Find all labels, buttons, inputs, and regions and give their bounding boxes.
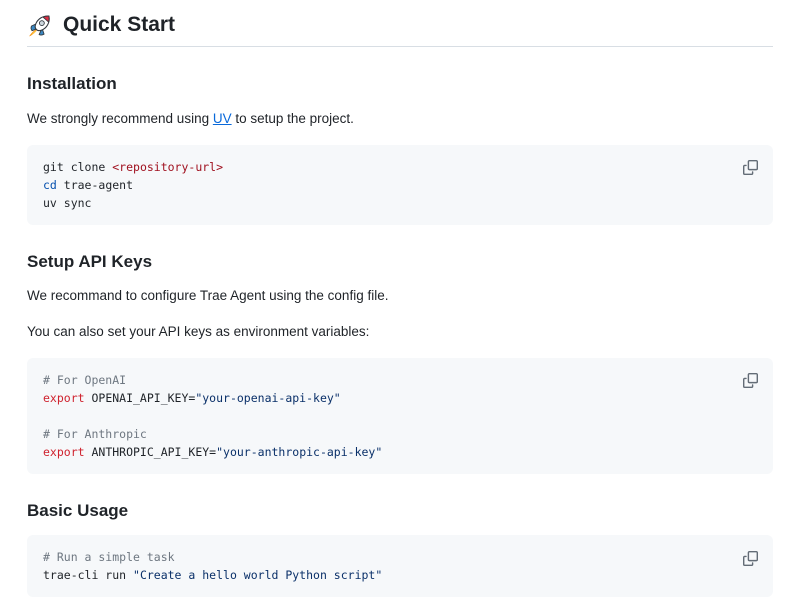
rocket-icon [27,12,53,38]
page-title: Quick Start [27,12,773,47]
code-block-install: git clone <repository-url>cd trae-agentu… [27,145,773,225]
setup-api-keys-para1: We recommand to configure Trae Agent usi… [27,286,773,306]
code-line: # For OpenAI [43,371,757,389]
code-line: uv sync [43,194,757,212]
code-content-basic-usage: # Run a simple tasktrae-cli run "Create … [43,548,757,584]
copy-button[interactable] [736,544,764,572]
copy-icon [743,373,758,388]
code-line: git clone <repository-url> [43,158,757,176]
copy-icon [743,551,758,566]
code-content-api-keys: # For OpenAIexport OPENAI_API_KEY="your-… [43,371,757,461]
code-block-basic-usage: # Run a simple tasktrae-cli run "Create … [27,535,773,597]
setup-api-keys-para2: You can also set your API keys as enviro… [27,322,773,342]
section-heading-setup-api-keys: Setup API Keys [27,251,773,272]
code-line: cd trae-agent [43,176,757,194]
code-line: export OPENAI_API_KEY="your-openai-api-k… [43,389,757,407]
copy-icon [743,160,758,175]
page-title-text: Quick Start [63,12,175,38]
copy-button[interactable] [736,367,764,395]
code-line: trae-cli run "Create a hello world Pytho… [43,566,757,584]
section-heading-basic-usage: Basic Usage [27,500,773,521]
code-line: # Run a simple task [43,548,757,566]
uv-link[interactable]: UV [213,111,232,126]
code-content-install: git clone <repository-url>cd trae-agentu… [43,158,757,212]
copy-button[interactable] [736,154,764,182]
installation-intro-before: We strongly recommend using [27,111,213,126]
markdown-body: Quick Start Installation We strongly rec… [0,0,799,597]
code-block-api-keys: # For OpenAIexport OPENAI_API_KEY="your-… [27,358,773,474]
installation-intro: We strongly recommend using UV to setup … [27,109,773,129]
code-line [43,407,757,425]
installation-intro-after: to setup the project. [232,111,354,126]
code-line: export ANTHROPIC_API_KEY="your-anthropic… [43,443,757,461]
section-heading-installation: Installation [27,73,773,94]
code-line: # For Anthropic [43,425,757,443]
